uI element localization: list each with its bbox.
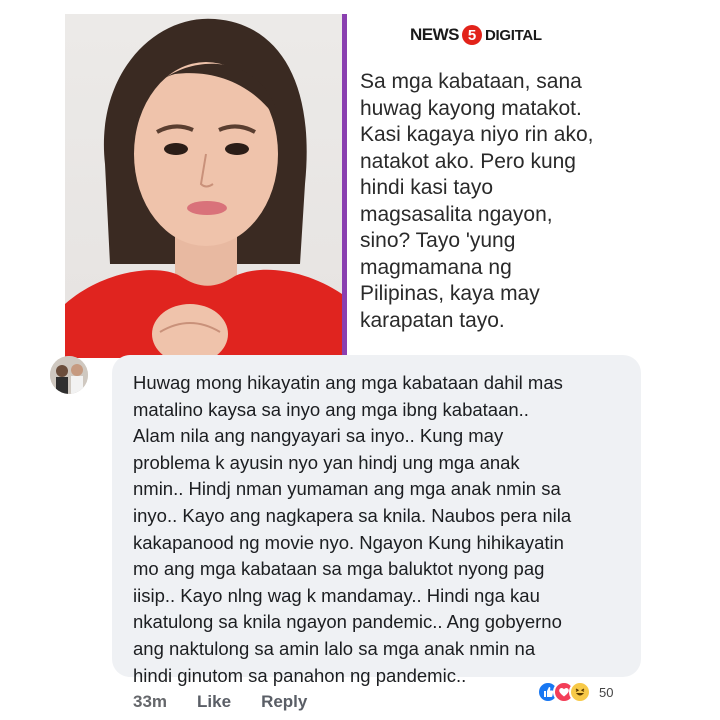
- post-quote: Sa mga kabataan, sana huwag kayong matak…: [360, 69, 650, 334]
- quote-line: Sa mga kabataan, sana: [360, 70, 582, 93]
- haha-icon: [569, 681, 591, 703]
- comment-line: problema k ayusin nyo yan hindj ung mga …: [133, 451, 520, 473]
- quote-line: Pilipinas, kaya may: [360, 282, 540, 305]
- like-button[interactable]: Like: [197, 692, 231, 712]
- quote-line: natakot ako. Pero kung: [360, 149, 576, 173]
- comment-line: ang naktulong sa amin lalo sa mga anak n…: [133, 637, 536, 659]
- comment-line: matalino kaysa sa inyo ang mga ibng kaba…: [133, 398, 529, 420]
- accent-divider: [342, 14, 347, 358]
- comment-line: nmin.. Hindj nman yumaman ang mga anak n…: [133, 478, 561, 500]
- comment-line: iisip.. Kayo nlng wag k mandamay.. Hindi…: [133, 584, 540, 606]
- quote-line: huwag kayong matakot.: [360, 96, 582, 120]
- comment-line: Alam nila ang nangyayari sa inyo.. Kung …: [133, 425, 504, 447]
- quote-line: karapatan tayo.: [360, 308, 505, 332]
- quote-line: magmamana ng: [360, 255, 512, 279]
- reaction-summary[interactable]: 50: [537, 680, 620, 704]
- reply-button[interactable]: Reply: [261, 692, 307, 712]
- comment-line: mo ang mga kabataan sa mga baluktot nyon…: [133, 558, 545, 580]
- quote-line: sino? Tayo 'yung: [360, 229, 516, 252]
- post-card: NEWS 5 DIGITAL Sa mga kabataan, sana huw…: [65, 14, 655, 358]
- news5-digital-logo: NEWS 5 DIGITAL: [410, 20, 542, 50]
- logo-news-text: NEWS: [410, 25, 460, 44]
- comment-line: Huwag mong hikayatin ang mga kabataan da…: [133, 372, 563, 393]
- comment-text: Huwag mong hikayatin ang mga kabataan da…: [133, 370, 643, 689]
- logo-five-badge: 5: [462, 25, 482, 45]
- commenter-avatar[interactable]: [50, 356, 88, 394]
- quote-line: magsasalita ngayon,: [360, 202, 553, 226]
- quote-line: hindi kasi tayo: [360, 176, 494, 199]
- logo-digital-text: DIGITAL: [485, 26, 542, 44]
- comment-line: inyo.. Kayo ang nagkapera sa knila. Naub…: [133, 504, 572, 526]
- comment-line: kakapanood ng movie nyo. Ngayon Kung hih…: [133, 531, 564, 553]
- comment-line: nkatulong sa knila ngayon pandemic.. Ang…: [133, 611, 562, 633]
- post-photo: [65, 14, 342, 358]
- comment-actions: 33m Like Reply: [133, 690, 337, 714]
- reaction-count: 50: [595, 682, 620, 702]
- quote-line: Kasi kagaya niyo rin ako,: [360, 123, 594, 146]
- comment-timestamp[interactable]: 33m: [133, 692, 167, 712]
